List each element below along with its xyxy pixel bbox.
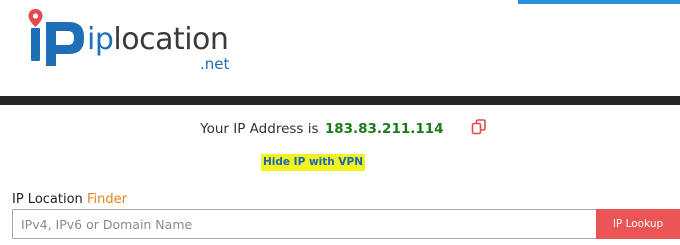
ip-lookup-button[interactable]: IP Lookup [596,209,680,239]
your-ip-label: Your IP Address is [200,121,319,137]
nav-divider-bar [0,96,680,105]
ip-search-form: IP Lookup [12,209,680,239]
finder-label-accent: Finder [86,192,127,207]
logo-mark-icon [28,9,84,66]
ip-search-input[interactable] [12,209,596,239]
hide-ip-vpn-link[interactable]: Hide IP with VPN [261,154,365,171]
ip-address-value: 183.83.211.114 [324,121,444,137]
site-logo[interactable]: iplocation .net [27,8,247,74]
copy-icon-graphic [471,119,486,135]
logo-wordmark: iplocation [87,22,229,57]
finder-label-main: IP Location [12,192,83,207]
ip-location-finder-heading: IP Location Finder [12,191,127,209]
logo-text-ip: ip [87,22,114,57]
copy-icon[interactable] [470,118,488,136]
logo-net-suffix: .net [200,55,230,73]
your-ip-line: Your IP Address is 183.83.211.114 [0,118,680,140]
logo-text-location: location [113,22,229,57]
top-accent-bar [518,0,680,4]
